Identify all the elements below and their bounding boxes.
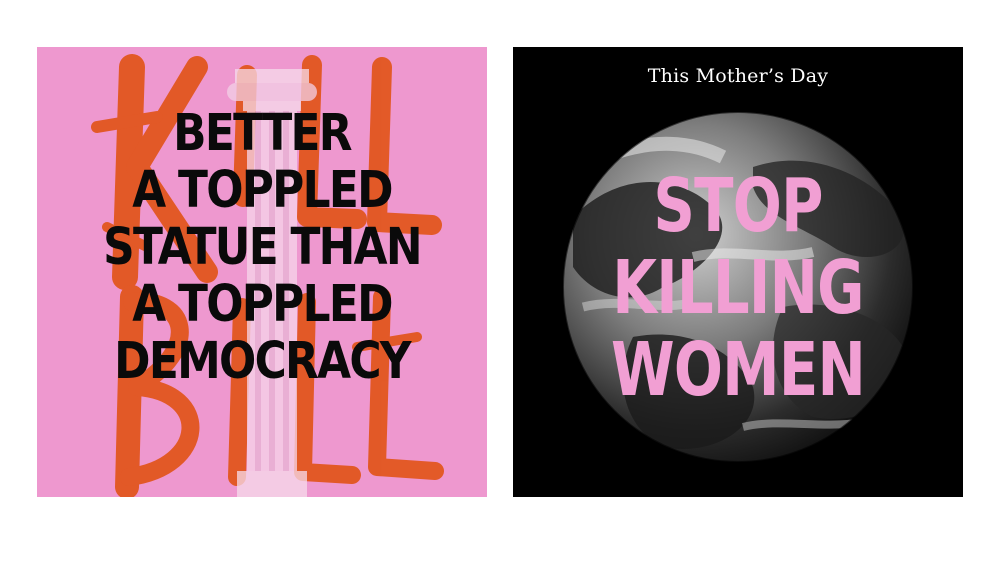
headline-line: KILLING	[612, 245, 864, 331]
headline-line: DEMOCRACY	[114, 332, 411, 391]
poster-headline: BETTER A TOPPLED STATUE THAN A TOPPLED D…	[69, 105, 456, 390]
poster-headline: STOP KILLING WOMEN	[563, 165, 914, 411]
headline-line: A TOPPLED	[132, 161, 393, 220]
headline-line: STATUE THAN	[103, 218, 422, 277]
poster-stop-killing-women: This Mother’s Day STOP KILLING WOMEN	[513, 47, 963, 497]
headline-line: WOMEN	[610, 327, 866, 413]
poster-toppled-statue: BETTER A TOPPLED STATUE THAN A TOPPLED D…	[37, 47, 487, 497]
headline-line: STOP	[653, 163, 823, 249]
poster-tagline: This Mother’s Day	[647, 65, 829, 87]
headline-line: A TOPPLED	[132, 275, 393, 334]
headline-line: BETTER	[173, 104, 352, 163]
